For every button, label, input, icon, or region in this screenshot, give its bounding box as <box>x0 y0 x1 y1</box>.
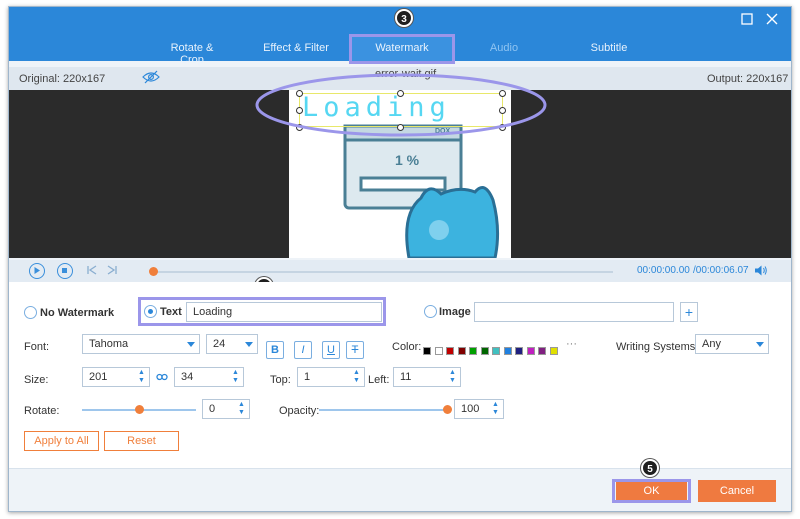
tab-audio[interactable]: Audio <box>489 42 519 54</box>
reset-button[interactable]: Reset <box>104 431 179 451</box>
italic-button[interactable]: I <box>294 341 312 359</box>
close-icon[interactable] <box>765 13 779 27</box>
color-swatch[interactable] <box>515 347 523 355</box>
top-value: 1 <box>304 371 311 383</box>
width-value: 201 <box>89 371 108 383</box>
color-label: Color: <box>392 341 422 353</box>
top-input[interactable]: 1 ▲ ▼ <box>297 367 365 387</box>
opacity-input[interactable]: 100 ▲ ▼ <box>454 399 504 419</box>
rotate-label: Rotate: <box>24 405 60 417</box>
chevron-down-icon <box>245 342 253 347</box>
tab-rotate-crop[interactable]: Rotate & Crop <box>159 42 225 66</box>
underline-button[interactable]: U <box>322 341 340 359</box>
spinner-arrows-icon[interactable]: ▲ ▼ <box>448 369 457 385</box>
eye-hidden-icon[interactable] <box>142 70 160 87</box>
volume-icon[interactable] <box>754 264 768 280</box>
tab-watermark[interactable]: Watermark <box>369 42 435 54</box>
chevron-down-icon <box>187 342 195 347</box>
next-frame-icon[interactable] <box>106 264 118 279</box>
spinner-arrows-icon[interactable]: ▲ ▼ <box>352 369 361 385</box>
image-path-input[interactable] <box>474 302 674 322</box>
ok-button[interactable]: OK <box>616 482 687 500</box>
timeline-track[interactable] <box>155 271 613 273</box>
color-swatch[interactable] <box>538 347 546 355</box>
no-watermark-radio[interactable] <box>24 306 37 319</box>
tab-subtitle[interactable]: Subtitle <box>589 42 629 54</box>
left-value: 11 <box>400 371 412 383</box>
apply-to-all-button[interactable]: Apply to All <box>24 431 99 451</box>
color-swatch[interactable] <box>469 347 477 355</box>
bold-button[interactable]: B <box>266 341 284 359</box>
tab-effect-filter[interactable]: Effect & Filter <box>263 42 329 54</box>
color-swatch[interactable] <box>526 347 535 355</box>
font-family-value: Tahoma <box>89 338 129 350</box>
opacity-slider[interactable] <box>319 409 447 411</box>
color-swatch[interactable] <box>446 347 454 355</box>
height-input[interactable]: 34 ▲ ▼ <box>174 367 244 387</box>
gif-percent: 1 % <box>395 152 420 168</box>
cancel-button[interactable]: Cancel <box>698 480 776 502</box>
playback-controls: 00:00:00.00 /00:00:06.07 <box>9 260 791 282</box>
rotate-input[interactable]: 0 ▲ ▼ <box>202 399 250 419</box>
step-badge-5: 5 <box>641 459 659 477</box>
tab-bar: Rotate & Crop Effect & Filter Watermark … <box>9 34 791 66</box>
opacity-value: 100 <box>461 403 480 415</box>
stop-icon[interactable] <box>57 263 73 279</box>
size-label: Size: <box>24 374 49 386</box>
spinner-arrows-icon[interactable]: ▲ ▼ <box>491 401 500 417</box>
color-swatch[interactable] <box>549 347 558 355</box>
play-icon[interactable] <box>29 263 45 279</box>
font-size-select[interactable]: 24 <box>206 334 258 354</box>
left-input[interactable]: 11 ▲ ▼ <box>393 367 461 387</box>
total-time: /00:00:06.07 <box>693 265 749 276</box>
original-size: Original: 220x167 <box>19 73 106 85</box>
more-colors-button[interactable]: ··· <box>566 338 577 350</box>
opacity-label: Opacity: <box>279 405 320 417</box>
color-swatch[interactable] <box>492 347 500 355</box>
step-badge-3: 3 <box>395 9 413 27</box>
left-label: Left: <box>368 374 390 386</box>
spinner-arrows-icon[interactable]: ▲ ▼ <box>137 369 146 385</box>
rotate-slider-knob[interactable] <box>135 405 144 414</box>
highlight-ellipse <box>255 73 547 137</box>
color-swatch[interactable] <box>434 347 443 355</box>
writing-systems-select[interactable]: Any <box>695 334 769 354</box>
rotate-value: 0 <box>209 403 216 415</box>
add-image-icon[interactable]: + <box>680 302 698 322</box>
editor-window: Rotate & Crop Effect & Filter Watermark … <box>8 6 792 512</box>
font-family-select[interactable]: Tahoma <box>82 334 200 354</box>
strikethrough-button[interactable]: T <box>346 341 364 359</box>
chevron-down-icon <box>756 342 764 347</box>
font-size-value: 24 <box>213 338 226 350</box>
color-swatch[interactable] <box>423 347 431 355</box>
current-time: 00:00:00.00 <box>637 265 690 276</box>
image-label: Image <box>439 306 471 318</box>
font-label: Font: <box>24 341 50 353</box>
opacity-slider-knob[interactable] <box>443 405 452 414</box>
spinner-arrows-icon[interactable]: ▲ ▼ <box>237 401 246 417</box>
color-swatch[interactable] <box>457 347 466 355</box>
image-radio[interactable] <box>424 305 437 318</box>
no-watermark-label: No Watermark <box>40 307 115 319</box>
link-icon[interactable] <box>156 371 168 386</box>
spinner-arrows-icon[interactable]: ▲ ▼ <box>231 369 240 385</box>
watermark-text-input[interactable]: Loading <box>186 302 382 322</box>
color-swatch[interactable] <box>503 347 512 355</box>
timeline-knob[interactable] <box>149 267 158 276</box>
height-value: 34 <box>181 371 194 383</box>
text-label: Text <box>160 306 182 318</box>
top-label: Top: <box>270 374 291 386</box>
color-swatch[interactable] <box>480 347 489 355</box>
maximize-icon[interactable] <box>740 13 754 27</box>
width-input[interactable]: 201 ▲ ▼ <box>82 367 150 387</box>
previous-frame-icon[interactable] <box>86 264 98 279</box>
writing-systems-value: Any <box>702 338 721 350</box>
text-radio[interactable] <box>144 305 157 318</box>
video-preview: 1 % DOX Loading <box>9 73 791 258</box>
output-size: Output: 220x167 <box>707 73 789 85</box>
writing-systems-label: Writing Systems: <box>616 341 699 353</box>
